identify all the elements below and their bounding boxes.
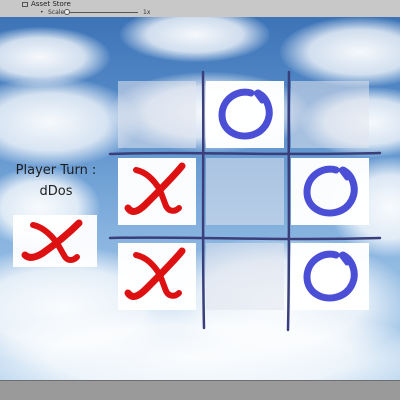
x-mark-icon [21,219,83,263]
o-mark-icon [218,88,273,140]
o-mark-icon [303,165,358,217]
board-cell-r1c2[interactable] [206,81,284,148]
scale-label: Scale [48,9,65,16]
cloud [280,17,400,87]
scale-slider-thumb[interactable] [64,9,70,15]
board-cell-r1c1[interactable] [118,81,196,148]
scale-value: 1x [143,9,151,16]
board-cell-r2c2[interactable] [206,158,284,225]
display-dropdown-icon[interactable]: • [40,10,44,16]
window-icon [22,1,28,7]
scale-slider-track[interactable] [66,12,138,13]
x-mark-icon [124,247,186,300]
editor-toolbar: Asset Store • Scale 1x [0,0,400,18]
o-mark-icon [303,250,358,302]
board-cell-r1c3[interactable] [291,81,369,148]
board-cell-r2c1[interactable] [118,158,196,225]
editor-status-bar [0,380,400,400]
x-mark-icon [124,162,186,215]
board-cell-r2c3[interactable] [291,158,369,225]
cloud [0,307,400,380]
board-cell-r3c1[interactable] [118,243,196,310]
asset-store-tab[interactable]: Asset Store [0,0,71,8]
tab-title: Asset Store [31,0,71,8]
cloud [120,17,270,62]
current-player-mark [13,215,97,267]
game-window: Asset Store • Scale 1x Player Turn : dDo… [0,0,400,400]
turn-label: Player Turn : [15,163,97,178]
board-cell-r3c2[interactable] [206,243,284,310]
board-cell-r3c3[interactable] [291,243,369,310]
current-player-name: dDos [39,184,73,199]
